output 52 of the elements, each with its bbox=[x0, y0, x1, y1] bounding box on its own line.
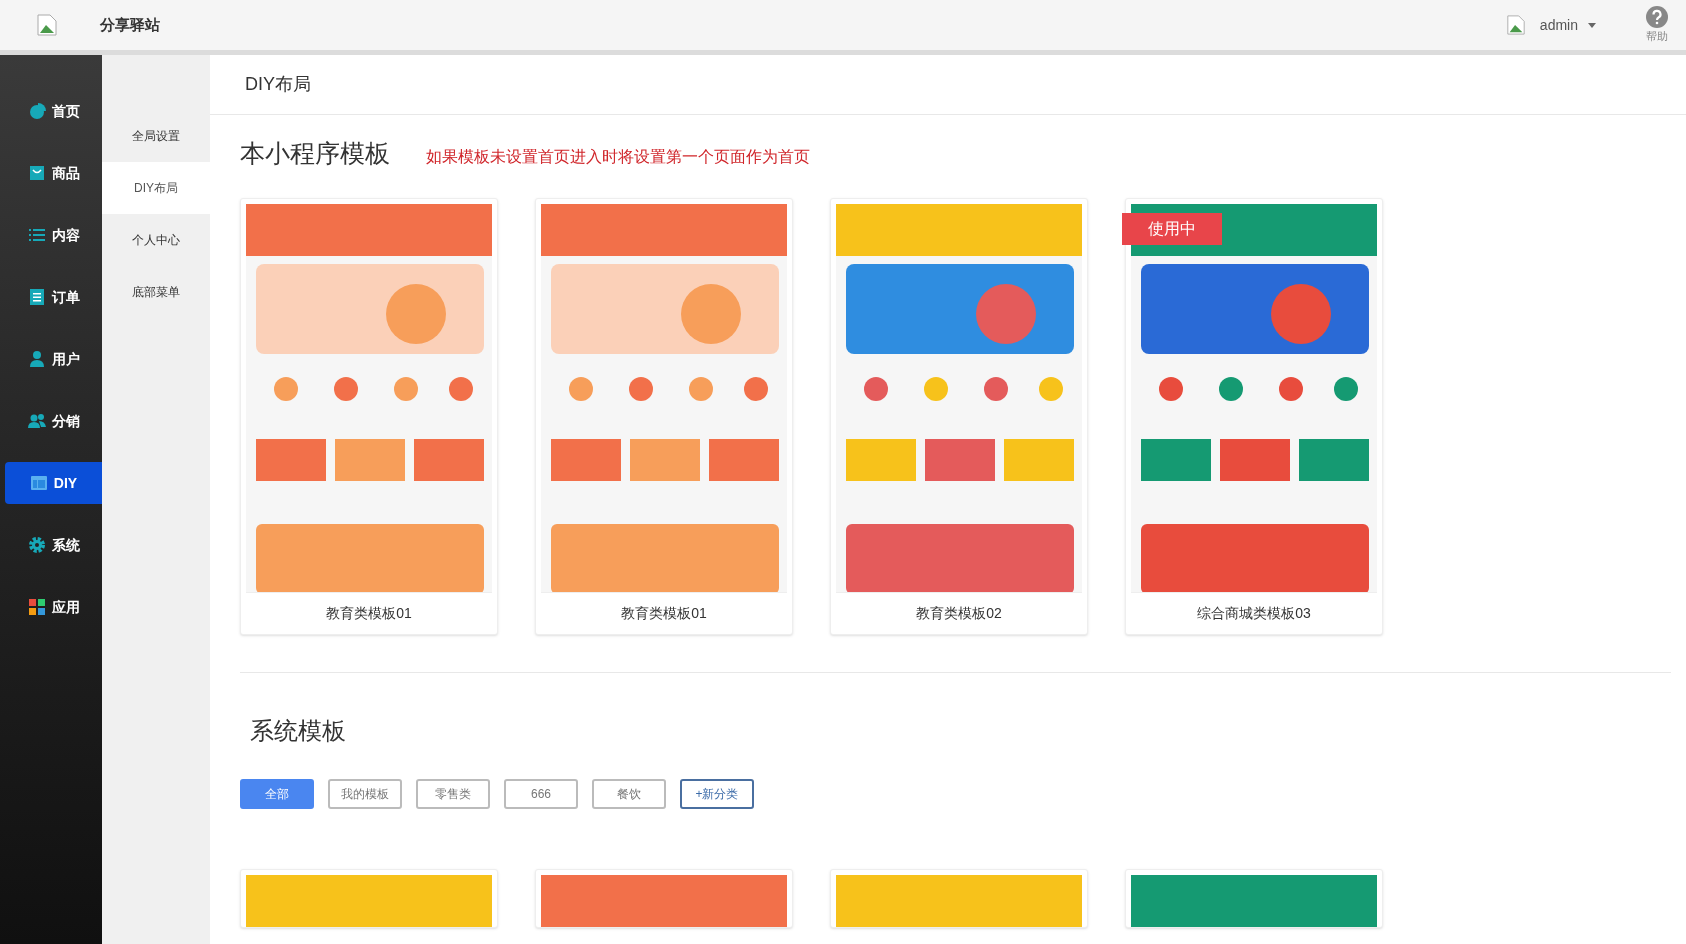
help-icon bbox=[1646, 5, 1668, 28]
list-icon bbox=[27, 226, 46, 244]
section-title: 本小程序模板 bbox=[240, 138, 390, 169]
layout-icon bbox=[29, 474, 48, 492]
add-category-button[interactable]: +新分类 bbox=[680, 778, 754, 809]
settings-icon bbox=[27, 536, 46, 554]
category-tab[interactable]: 666 bbox=[504, 778, 578, 809]
template-card[interactable] bbox=[535, 868, 793, 928]
category-tab[interactable]: 餐饮 bbox=[592, 778, 666, 809]
page-title: DIY布局 bbox=[245, 73, 311, 96]
template-name: 教育类模板01 bbox=[246, 591, 492, 634]
document-icon bbox=[27, 288, 46, 306]
nav-item[interactable]: DIY bbox=[5, 462, 102, 504]
template-card[interactable]: 使用中 综合商城类模板03 bbox=[1125, 197, 1383, 635]
apps-icon bbox=[27, 598, 46, 616]
user-icon bbox=[27, 350, 46, 368]
subnav-item[interactable]: 全局设置 bbox=[102, 110, 210, 162]
category-tab[interactable]: 全部 bbox=[240, 778, 314, 809]
template-card[interactable] bbox=[240, 868, 498, 928]
bag-icon bbox=[27, 164, 46, 182]
nav-item[interactable]: 系统 bbox=[5, 524, 102, 566]
logo-image-icon bbox=[36, 13, 58, 37]
nav-item[interactable]: 订单 bbox=[5, 276, 102, 318]
template-card[interactable]: 教育类模板01 bbox=[240, 197, 498, 635]
nav-item[interactable]: 应用 bbox=[5, 586, 102, 628]
site-name: 分享驿站 bbox=[100, 14, 160, 35]
template-name: 综合商城类模板03 bbox=[1131, 591, 1377, 634]
caret-icon bbox=[1588, 22, 1596, 28]
nav-item[interactable]: 内容 bbox=[5, 214, 102, 256]
category-tab[interactable]: 我的模板 bbox=[328, 778, 402, 809]
users-icon bbox=[27, 412, 46, 430]
status-badge: 使用中 bbox=[1122, 212, 1222, 245]
nav-item[interactable]: 分销 bbox=[5, 400, 102, 442]
nav-item[interactable]: 首页 bbox=[5, 90, 102, 132]
template-card[interactable] bbox=[1125, 868, 1383, 928]
template-card[interactable] bbox=[830, 868, 1088, 928]
template-card[interactable]: 教育类模板02 bbox=[830, 197, 1088, 635]
nav-item[interactable]: 商品 bbox=[5, 152, 102, 194]
user-menu[interactable]: admin bbox=[1539, 14, 1596, 36]
subnav-item[interactable]: 个人中心 bbox=[102, 214, 210, 266]
notice-text: 如果模板未设置首页进入时将设置第一个页面作为首页 bbox=[426, 147, 810, 167]
section-title: 系统模板 bbox=[250, 715, 347, 746]
template-name: 教育类模板01 bbox=[541, 591, 787, 634]
category-tab[interactable]: 零售类 bbox=[416, 778, 490, 809]
pie-chart-icon bbox=[27, 102, 46, 120]
nav-item[interactable]: 用户 bbox=[5, 338, 102, 380]
subnav-item[interactable]: DIY布局 bbox=[102, 162, 210, 214]
template-name: 教育类模板02 bbox=[836, 591, 1082, 634]
help-button[interactable]: 帮助 bbox=[1646, 5, 1668, 45]
subnav-item[interactable]: 底部菜单 bbox=[102, 266, 210, 318]
template-card[interactable]: 教育类模板01 bbox=[535, 197, 793, 635]
avatar-image-icon bbox=[1505, 14, 1526, 36]
